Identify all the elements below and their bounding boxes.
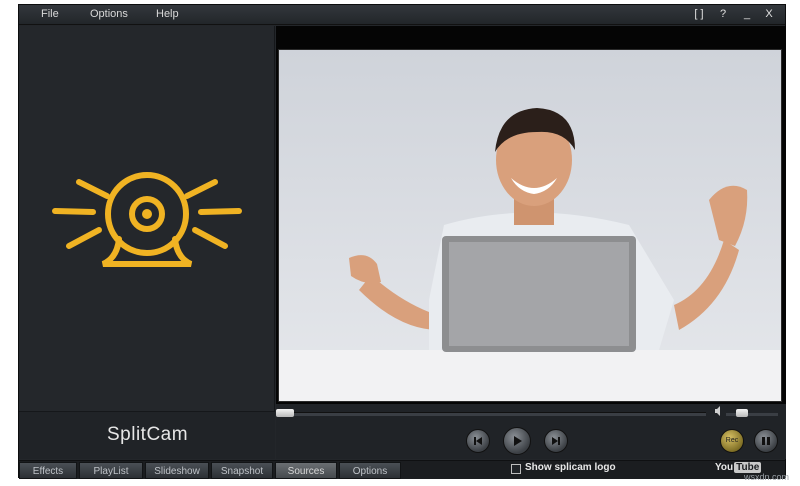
menu-file[interactable]: File [41, 8, 59, 20]
volume-icon[interactable] [714, 406, 724, 418]
menu-options[interactable]: Options [90, 8, 128, 20]
tab-sources[interactable]: Sources [275, 462, 337, 479]
tab-slideshow[interactable]: Slideshow [145, 462, 209, 479]
tab-options[interactable]: Options [339, 462, 401, 479]
youtube-you-text: You [715, 462, 734, 473]
menu-help[interactable]: Help [156, 8, 179, 20]
seek-handle[interactable] [276, 409, 294, 417]
show-logo-label: Show splicam logo [525, 462, 616, 473]
seek-bar[interactable] [276, 412, 706, 416]
fullscreen-button[interactable]: [ ] [693, 8, 705, 20]
volume-slider[interactable] [726, 413, 778, 416]
tab-playlist[interactable]: PlayList [79, 462, 143, 479]
webcam-logo-icon [52, 172, 242, 267]
brand-panel: SplitCam [19, 411, 275, 459]
step-back-icon [474, 437, 482, 445]
watermark-text: wsxdn.com [744, 472, 790, 482]
show-logo-checkbox[interactable] [511, 464, 521, 474]
tab-effects[interactable]: Effects [19, 462, 77, 479]
brand-logo: SplitCam [107, 424, 189, 445]
person-with-laptop-image [279, 50, 781, 401]
record-button[interactable]: Rec [720, 429, 744, 453]
app-window: File Options Help [ ] ? _ X SplitCam Rec… [18, 4, 786, 479]
pause-button[interactable] [754, 429, 778, 453]
close-button[interactable]: X [763, 8, 775, 20]
tab-snapshot[interactable]: Snapshot [211, 462, 273, 479]
minimize-button[interactable]: _ [741, 8, 753, 20]
step-back-button[interactable] [466, 429, 490, 453]
webcam-feed-image [278, 49, 782, 402]
help-button[interactable]: ? [717, 8, 729, 20]
play-button[interactable] [503, 427, 531, 455]
pause-icon [762, 437, 770, 445]
bottom-tab-bar: Effects PlayList Slideshow Snapshot Sour… [19, 460, 785, 479]
effects-panel [19, 26, 275, 411]
video-preview [276, 26, 786, 411]
playback-controls: Rec [276, 404, 786, 459]
step-forward-button[interactable] [544, 429, 568, 453]
title-bar: File Options Help [ ] ? _ X [19, 5, 785, 25]
step-forward-icon [552, 437, 560, 445]
volume-handle[interactable] [736, 409, 748, 417]
play-icon [514, 436, 522, 446]
